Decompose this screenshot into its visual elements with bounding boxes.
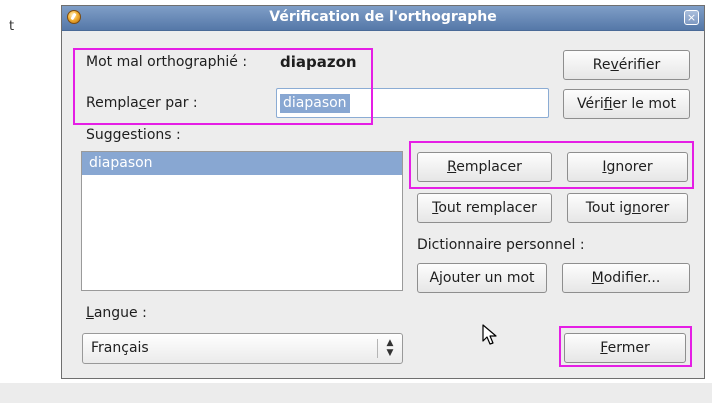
highlight-box-close — [559, 326, 692, 367]
language-label: Langue : — [86, 305, 147, 321]
highlight-box-replace-ignore — [409, 141, 694, 189]
recheck-button[interactable]: Revérifier — [563, 50, 690, 80]
add-word-button[interactable]: Ajouter un mot — [417, 263, 547, 293]
mouse-pointer-icon — [482, 324, 497, 345]
background-strip — [0, 383, 712, 403]
highlight-box-word-fields — [73, 48, 373, 125]
title-bar[interactable]: Vérification de l'orthographe × — [62, 6, 704, 31]
ignore-all-button[interactable]: Tout ignorer — [567, 193, 688, 223]
personal-dictionary-label: Dictionnaire personnel : — [417, 237, 585, 253]
spellcheck-dialog: Vérification de l'orthographe × Mot mal … — [61, 5, 705, 379]
suggestion-item[interactable]: diapason — [82, 152, 402, 175]
suggestions-label: Suggestions : — [86, 127, 181, 143]
dialog-title: Vérification de l'orthographe — [269, 9, 497, 25]
background-text: t — [9, 19, 15, 34]
language-select[interactable]: Français ▲ ▼ — [82, 333, 403, 364]
check-word-button[interactable]: Vérifier le mot — [563, 89, 690, 119]
updown-arrows-icon: ▲ ▼ — [386, 338, 394, 358]
suggestions-list[interactable]: diapason — [81, 151, 403, 291]
replace-all-button[interactable]: Tout remplacer — [417, 193, 552, 223]
modify-button[interactable]: Modifier... — [562, 263, 690, 293]
language-value: Français — [91, 340, 149, 356]
combo-separator — [377, 339, 378, 358]
close-icon[interactable]: × — [684, 10, 699, 25]
